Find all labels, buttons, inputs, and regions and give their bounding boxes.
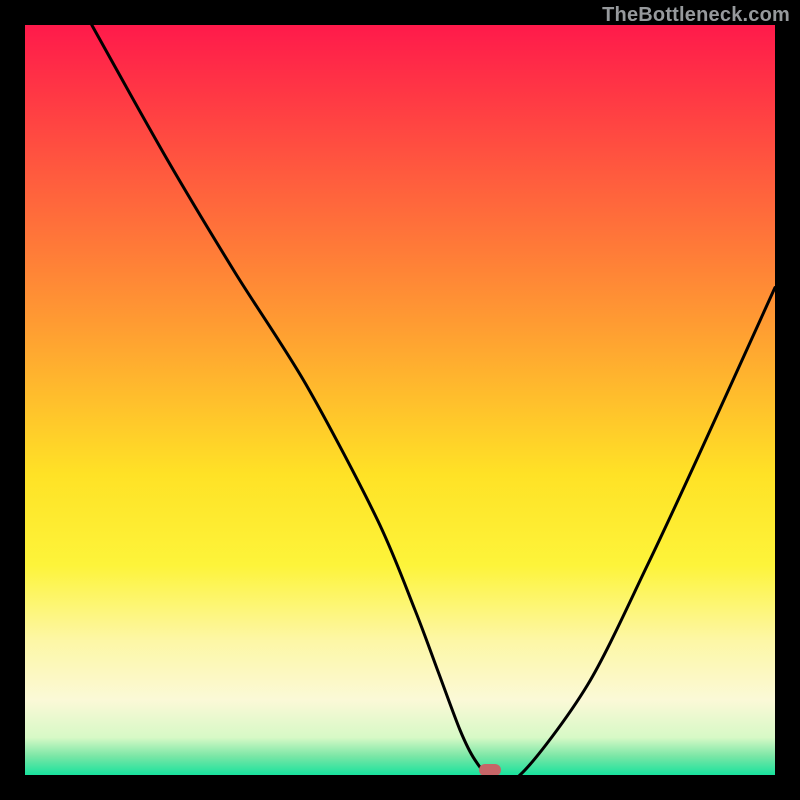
series-curve (25, 25, 775, 775)
chart-frame: TheBottleneck.com (0, 0, 800, 800)
valley-marker (479, 764, 501, 775)
watermark-text: TheBottleneck.com (602, 4, 790, 27)
plot-area (25, 25, 775, 775)
